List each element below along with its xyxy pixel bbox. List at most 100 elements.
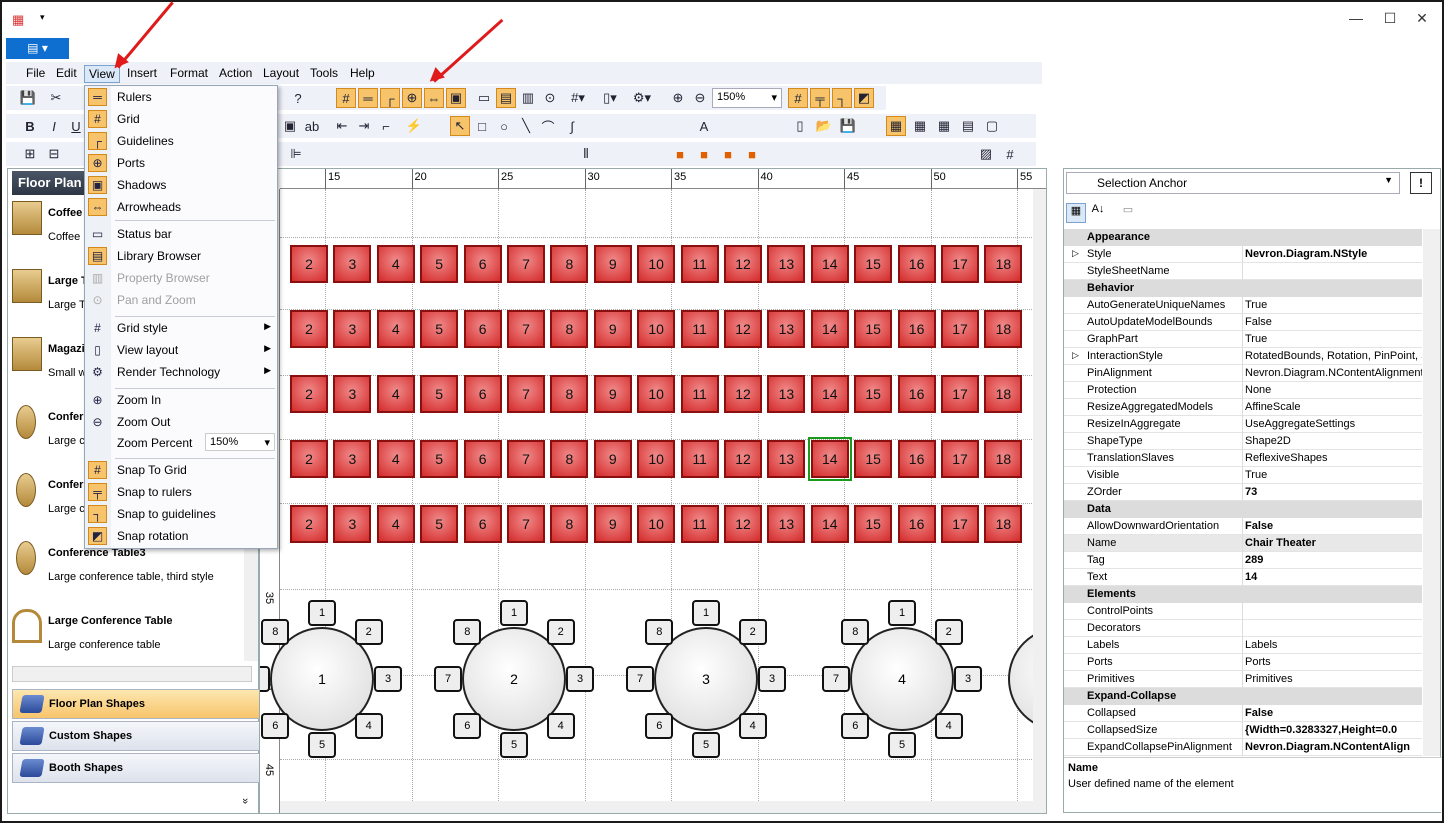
menu-item-library-browser[interactable]: ▤ Library Browser [85, 245, 277, 267]
chair[interactable]: 14 [810, 505, 849, 543]
property-row[interactable]: ZOrder 73 [1064, 484, 1422, 501]
line-tool-icon[interactable]: ╲ [516, 116, 536, 136]
chair[interactable]: 6 [463, 310, 502, 348]
maximize-button[interactable]: ☐ [1376, 10, 1404, 30]
chair[interactable]: 11 [680, 310, 719, 348]
grid-icon[interactable]: # [336, 88, 356, 108]
bring-front-icon[interactable]: ■ [670, 144, 690, 164]
description-toggle-icon[interactable]: ! [1410, 172, 1432, 194]
round-chair[interactable]: 4 [934, 712, 963, 739]
property-value[interactable]: 289 [1245, 554, 1422, 566]
chair[interactable]: 12 [724, 310, 762, 348]
categorized-icon[interactable]: ▦ [1066, 203, 1086, 223]
property-value[interactable]: Nevron.Diagram.NStyle [1245, 248, 1422, 260]
chair[interactable]: 18 [984, 310, 1023, 348]
send-back-icon[interactable]: ■ [694, 144, 714, 164]
chair[interactable]: 5 [420, 310, 459, 348]
chair[interactable]: 16 [897, 375, 936, 413]
chair[interactable]: 18 [984, 440, 1023, 478]
property-value[interactable]: Ports [1245, 656, 1422, 668]
property-value[interactable]: True [1245, 469, 1422, 481]
render-tech-icon[interactable]: ⚙▾ [632, 88, 652, 108]
property-category[interactable]: Data [1064, 501, 1422, 518]
chair[interactable]: 15 [854, 375, 893, 413]
chair[interactable]: 17 [941, 440, 979, 478]
distribute-icon[interactable]: ⫴ [576, 144, 596, 164]
new-document-icon[interactable]: ▯ [790, 116, 810, 136]
align-left-icon[interactable]: ⇤ [332, 116, 352, 136]
cut-icon[interactable]: ✂ [46, 88, 66, 108]
zoom-select[interactable]: 150% ▾ [712, 88, 782, 108]
guidelines-icon[interactable]: ┌ [380, 88, 400, 108]
property-pages-icon[interactable]: ▭ [1118, 203, 1138, 223]
send-backward-icon[interactable]: ■ [742, 144, 762, 164]
ellipse-tool-icon[interactable]: ○ [494, 116, 514, 136]
property-row[interactable]: Text 14 [1064, 569, 1422, 586]
chair[interactable]: 8 [550, 440, 589, 478]
align-icon[interactable]: ⊫ [286, 144, 306, 164]
align-right-icon[interactable]: ⇥ [354, 116, 374, 136]
property-browser-icon[interactable]: ▥ [518, 88, 538, 108]
round-chair[interactable]: 5 [500, 732, 528, 758]
menu-insert[interactable]: Insert [123, 65, 161, 83]
property-value[interactable]: False [1245, 520, 1422, 532]
text-tool-icon[interactable]: A [694, 116, 714, 136]
round-chair[interactable]: 6 [645, 712, 674, 739]
chair[interactable]: 6 [463, 440, 502, 478]
open-icon[interactable]: 📂 [814, 116, 834, 136]
property-value[interactable]: UseAggregateSettings [1245, 418, 1422, 430]
chair[interactable]: 17 [941, 505, 979, 543]
library-tab-floor-plan-shapes[interactable]: Floor Plan Shapes [12, 689, 262, 719]
chair[interactable]: 10 [637, 375, 676, 413]
layout-4-icon[interactable]: ▤ [958, 116, 978, 136]
property-row[interactable]: ResizeInAggregate UseAggregateSettings [1064, 416, 1422, 433]
property-row[interactable]: AutoGenerateUniqueNames True [1064, 297, 1422, 314]
menu-help[interactable]: Help [346, 65, 379, 83]
view-layout-icon[interactable]: ▯▾ [600, 88, 620, 108]
chair[interactable]: 13 [767, 505, 806, 543]
round-chair[interactable]: 4 [546, 712, 575, 739]
property-row[interactable]: Primitives Primitives [1064, 671, 1422, 688]
snap-rulers-icon[interactable]: ╤ [810, 88, 830, 108]
property-value[interactable]: Shape2D [1245, 435, 1422, 447]
round-chair[interactable]: 3 [758, 666, 786, 692]
chair[interactable]: 4 [376, 310, 415, 348]
property-value[interactable]: False [1245, 707, 1422, 719]
round-chair[interactable]: 8 [645, 619, 674, 646]
zoom-in-icon[interactable]: ⊕ [668, 88, 688, 108]
round-chair[interactable]: 7 [626, 666, 654, 692]
library-hscroll[interactable] [12, 666, 252, 682]
round-chair[interactable]: 8 [453, 619, 482, 646]
chair[interactable]: 5 [420, 505, 459, 543]
menu-edit[interactable]: Edit [52, 65, 81, 83]
menu-item-status-bar[interactable]: ▭ Status bar [85, 223, 277, 245]
snap-grid-icon[interactable]: # [788, 88, 808, 108]
chair[interactable]: 10 [637, 310, 676, 348]
chair[interactable]: 9 [593, 310, 632, 348]
underline-icon[interactable]: U [66, 116, 86, 136]
image-icon[interactable]: ▨ [976, 144, 996, 164]
property-row[interactable]: Decorators [1064, 620, 1422, 637]
property-row[interactable]: ControlPoints [1064, 603, 1422, 620]
object-selector[interactable]: Selection Anchor ▼ [1066, 172, 1400, 194]
chair[interactable]: 15 [854, 310, 893, 348]
quick-access-icon[interactable]: ▾ [40, 12, 45, 23]
chair[interactable]: 5 [420, 245, 459, 283]
shadows-icon[interactable]: ▣ [446, 88, 466, 108]
chair[interactable]: 3 [333, 375, 372, 413]
chair[interactable]: 2 [290, 375, 328, 413]
property-row[interactable]: Visible True [1064, 467, 1422, 484]
chair[interactable]: 11 [680, 505, 719, 543]
property-value[interactable]: False [1245, 316, 1422, 328]
chair[interactable]: 6 [463, 375, 502, 413]
chair[interactable]: 12 [724, 375, 762, 413]
rectangle-tool-icon[interactable]: □ [472, 116, 492, 136]
round-chair[interactable]: 7 [822, 666, 850, 692]
chair[interactable]: 16 [897, 245, 936, 283]
property-row[interactable]: PinAlignment Nevron.Diagram.NContentAlign… [1064, 365, 1422, 382]
chair[interactable]: 8 [550, 505, 589, 543]
chair[interactable]: 17 [941, 310, 979, 348]
ports-icon[interactable]: ⊕ [402, 88, 422, 108]
chair[interactable]: 16 [897, 505, 936, 543]
chair[interactable]: 13 [767, 375, 806, 413]
